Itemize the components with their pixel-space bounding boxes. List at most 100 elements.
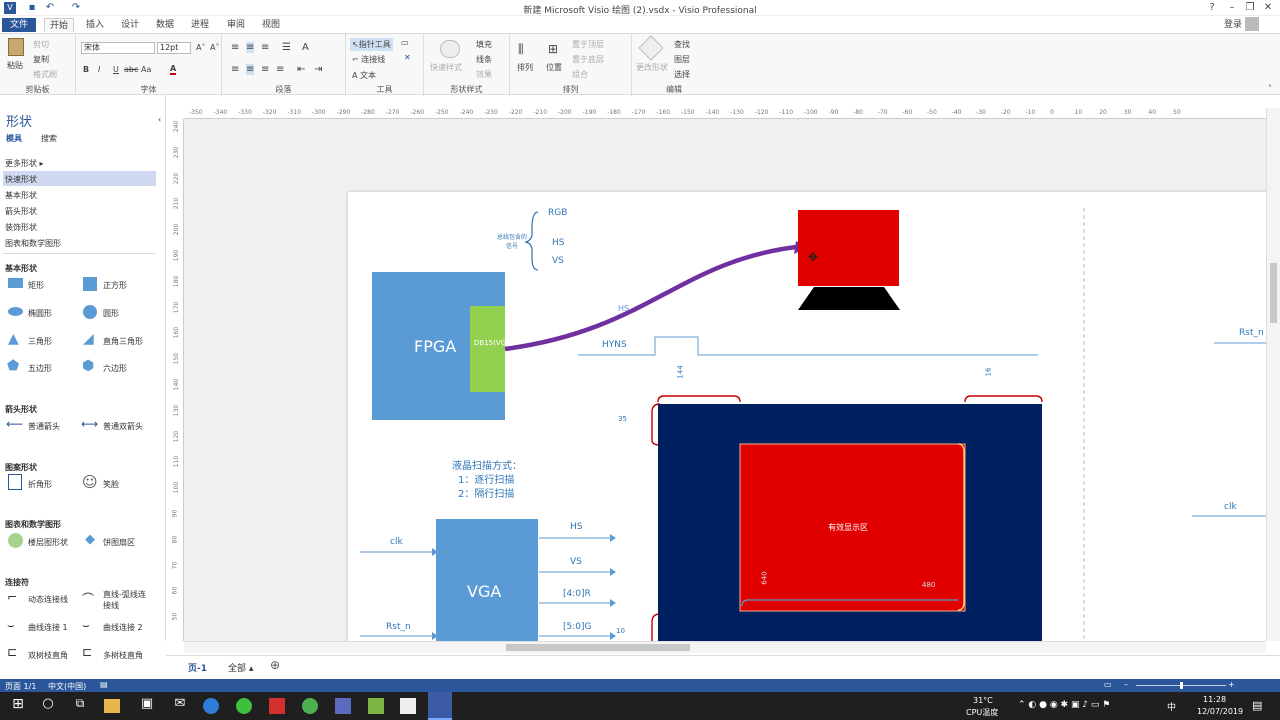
tab-file[interactable]: 文件	[2, 18, 36, 32]
file-explorer-icon[interactable]	[104, 699, 120, 713]
tab-search[interactable]: 搜索	[41, 133, 57, 144]
shape-folded[interactable]: 折角形	[28, 479, 52, 490]
shape-square[interactable]: 正方形	[103, 280, 127, 291]
smiley-icon[interactable]: ☺	[82, 473, 98, 491]
category-quick[interactable]: 快速形状	[5, 174, 37, 185]
zoom-in-icon[interactable]: +	[1228, 680, 1235, 689]
paste-button[interactable]: 粘贴	[7, 60, 23, 71]
line-button[interactable]: 线条	[476, 54, 492, 65]
category-deco[interactable]: 装饰形状	[5, 222, 37, 233]
shape-dynamic-connector[interactable]: 动态连接线	[28, 594, 68, 605]
shape-smiley[interactable]: 笑脸	[103, 479, 119, 490]
task-view-icon[interactable]: ⧉	[70, 696, 90, 716]
underline-button[interactable]: U	[113, 65, 119, 74]
status-page[interactable]: 页面 1/1	[5, 681, 36, 692]
align-right-icon[interactable]: ≡	[261, 64, 269, 75]
browser-icon[interactable]	[236, 698, 252, 714]
align-bottom-icon[interactable]: ≡	[261, 42, 269, 53]
help-button[interactable]: ?	[1206, 2, 1218, 14]
app-red-icon[interactable]	[269, 698, 285, 714]
drawing-page[interactable]: RGB HS VS 总线包含的信号 FPGA DB15(VGA) HS HYNS…	[348, 192, 1266, 641]
line-curve-connector-icon[interactable]: ⌒	[82, 590, 94, 607]
rectangle-icon[interactable]	[8, 278, 23, 288]
double-arrow-icon[interactable]: ⟷	[81, 417, 98, 431]
tab-view[interactable]: 视图	[262, 18, 280, 32]
category-arrow[interactable]: 箭头形状	[5, 206, 37, 217]
horizontal-scroll-thumb[interactable]	[506, 644, 690, 651]
shape-curve-connector-2[interactable]: 曲线连接 2	[103, 622, 143, 633]
collapse-panel-icon[interactable]: ‹	[158, 115, 161, 124]
shape-pie[interactable]: 饼图扇区	[103, 537, 135, 548]
shape-rectangle[interactable]: 矩形	[28, 280, 44, 291]
connection-point-icon[interactable]: ✕	[404, 53, 411, 62]
restore-icon[interactable]: ❐	[1244, 2, 1256, 14]
shape-curve-connector-1[interactable]: 曲线连接 1	[28, 622, 68, 633]
app-blue-icon[interactable]	[335, 698, 351, 714]
tab-page-1[interactable]: 页-1	[188, 661, 207, 674]
indent-increase-icon[interactable]: ⇥	[314, 64, 322, 75]
add-page-icon[interactable]: ⊕	[270, 658, 280, 672]
ellipse-icon[interactable]	[8, 307, 23, 316]
circle-icon[interactable]	[83, 305, 97, 319]
notifications-icon[interactable]: ▤	[1252, 699, 1262, 712]
login-link[interactable]: 登录	[1224, 18, 1242, 32]
app-k2-icon[interactable]	[400, 698, 416, 714]
hexagon-icon[interactable]: ⬢	[82, 358, 94, 374]
search-icon[interactable]: ○	[38, 696, 58, 716]
app-k-icon[interactable]	[203, 698, 219, 714]
layer-shape-icon[interactable]	[8, 533, 23, 548]
bring-front-button[interactable]: 置于顶层	[572, 39, 604, 50]
case-button[interactable]: Aa	[141, 65, 151, 74]
tab-review[interactable]: 审阅	[227, 18, 245, 32]
send-back-button[interactable]: 置于底层	[572, 54, 604, 65]
square-icon[interactable]	[83, 277, 97, 291]
pointer-tool-button[interactable]: ↖指针工具	[350, 38, 393, 51]
tab-insert[interactable]: 插入	[86, 18, 104, 32]
justify-icon[interactable]: ≡	[276, 64, 284, 75]
cut-button[interactable]: 剪切	[33, 39, 49, 50]
vertical-scroll-thumb[interactable]	[1270, 263, 1277, 323]
triangle-icon[interactable]: ▲	[8, 331, 19, 347]
italic-button[interactable]: I	[98, 65, 100, 74]
vertical-scrollbar[interactable]	[1266, 108, 1280, 641]
close-icon[interactable]: ✕	[1262, 2, 1274, 14]
change-shape-button[interactable]: 更改形状	[636, 62, 668, 73]
mail-icon[interactable]: ✉	[170, 696, 190, 716]
shape-right-triangle[interactable]: 直角三角形	[103, 336, 143, 347]
folded-corner-icon[interactable]	[8, 474, 22, 490]
bold-button[interactable]: B	[83, 65, 89, 74]
store-icon[interactable]: ▣	[137, 696, 157, 716]
vga-block[interactable]	[436, 519, 538, 641]
avatar[interactable]	[1245, 17, 1259, 31]
monitor-screen[interactable]	[798, 210, 899, 286]
tray-icons[interactable]: ⌃ ◐ ● ◉ ✱ ▣ ♪ ▭ ⚑	[1018, 700, 1110, 710]
align-center-icon[interactable]: ≡	[246, 64, 255, 75]
tab-design[interactable]: 设计	[121, 18, 139, 32]
format-painter-button[interactable]: 格式刷	[33, 69, 57, 80]
text-button[interactable]: A 文本	[352, 70, 376, 81]
zoom-slider-thumb[interactable]	[1180, 682, 1183, 689]
select-button[interactable]: 选择	[674, 69, 690, 80]
curve-connector-icon[interactable]: ⌣	[7, 618, 15, 633]
strike-button[interactable]: abc	[124, 65, 138, 74]
windows-start-icon[interactable]: ⊞	[8, 696, 28, 716]
font-color-button[interactable]: A	[170, 64, 177, 75]
shape-ellipse[interactable]: 椭圆形	[28, 308, 52, 319]
tab-data[interactable]: 数据	[156, 18, 174, 32]
tab-all-pages[interactable]: 全部 ▴	[228, 661, 253, 674]
group-button[interactable]: 组合	[572, 69, 588, 80]
text-rotate-icon[interactable]: A	[302, 42, 309, 53]
shape-line-curve-connector[interactable]: 直线-弧线连接线	[103, 589, 151, 611]
shape-double-tree[interactable]: 双树枝直角	[28, 650, 68, 661]
shape-double-arrow[interactable]: 普通双箭头	[103, 421, 143, 432]
right-triangle-icon[interactable]: ◢	[83, 331, 94, 347]
pie-sector-icon[interactable]: ◆	[85, 532, 95, 547]
shape-arrow[interactable]: 普通箭头	[28, 421, 60, 432]
clock-date[interactable]: 12/07/2019	[1197, 707, 1243, 716]
shape-layer[interactable]: 楼层图形状	[28, 537, 68, 548]
db15-port[interactable]	[470, 306, 505, 392]
layer-button[interactable]: 图层	[674, 54, 690, 65]
fit-page-icon[interactable]: ▭	[1104, 680, 1112, 689]
rectangle-tool-icon[interactable]: ▭	[401, 38, 409, 47]
ime-indicator[interactable]: 中	[1167, 700, 1176, 713]
